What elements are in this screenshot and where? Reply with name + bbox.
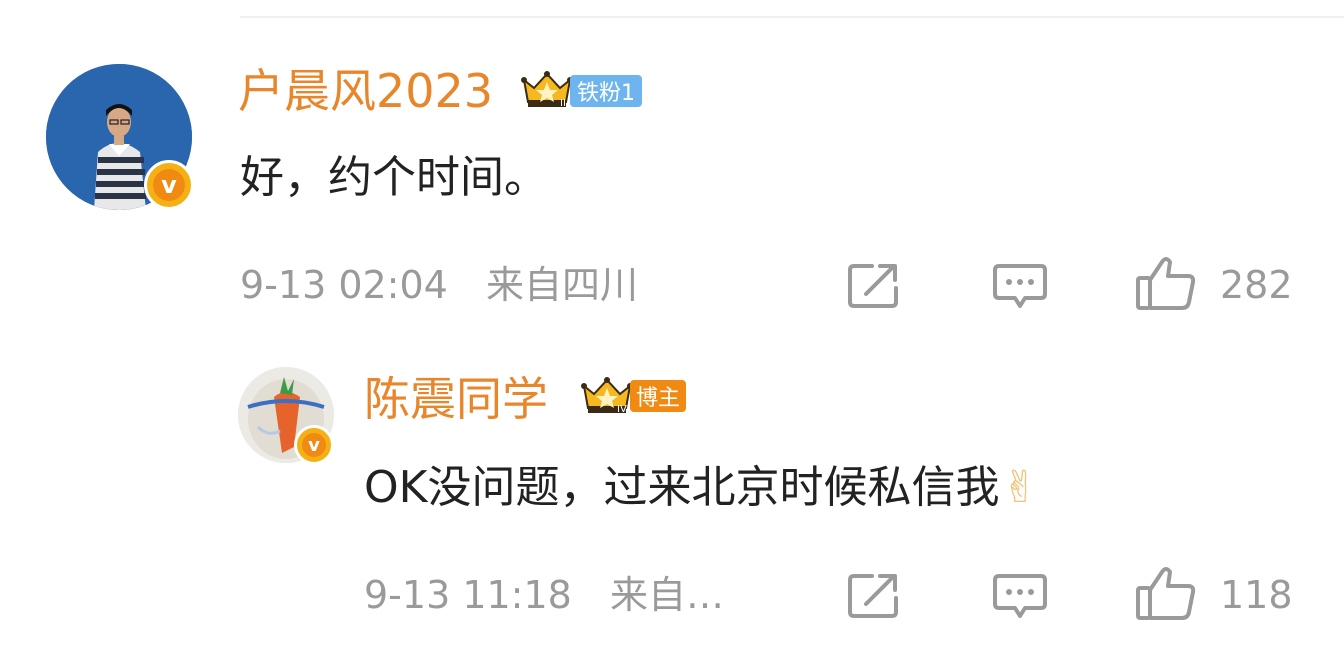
comment-username[interactable]: 户晨风2023 bbox=[238, 62, 493, 120]
verified-badge-icon: v bbox=[144, 160, 194, 210]
crown-level-icon: II bbox=[520, 70, 574, 110]
reply-text-body: OK没问题，过来北京时候私信我 bbox=[364, 462, 1000, 513]
reply-like-count: 118 bbox=[1220, 573, 1293, 617]
top-divider bbox=[240, 16, 1344, 18]
share-icon[interactable] bbox=[848, 262, 900, 308]
reply-text: OK没问题，过来北京时候私信我✌ bbox=[364, 458, 1038, 518]
user-avatar[interactable]: v bbox=[46, 64, 194, 210]
reply-like-icon[interactable] bbox=[1136, 566, 1196, 620]
reply-share-icon[interactable] bbox=[848, 572, 900, 618]
comment-location: 来自四川 bbox=[486, 263, 639, 307]
reply-crown-level-icon: IV bbox=[580, 376, 634, 416]
reply-comment-icon[interactable] bbox=[993, 572, 1047, 620]
svg-text:IV: IV bbox=[617, 404, 627, 415]
fan-badge: 铁粉1 bbox=[570, 75, 642, 107]
comment-time: 9-13 02:04 bbox=[240, 263, 448, 307]
victory-hand-icon: ✌ bbox=[1001, 462, 1039, 513]
comment-reply-icon[interactable] bbox=[993, 262, 1047, 310]
svg-text:II: II bbox=[560, 98, 566, 109]
reply-verified-badge-icon: v bbox=[294, 425, 334, 465]
like-count: 282 bbox=[1220, 263, 1293, 307]
reply-location: 来自… bbox=[610, 573, 725, 617]
reply-time: 9-13 11:18 bbox=[364, 573, 572, 617]
comment-text: 好，约个时间。 bbox=[240, 152, 548, 203]
like-icon[interactable] bbox=[1136, 256, 1196, 310]
reply-user-avatar[interactable]: v bbox=[238, 367, 334, 465]
blogger-badge: 博主 bbox=[630, 380, 686, 412]
reply-username[interactable]: 陈震同学 bbox=[364, 370, 548, 428]
